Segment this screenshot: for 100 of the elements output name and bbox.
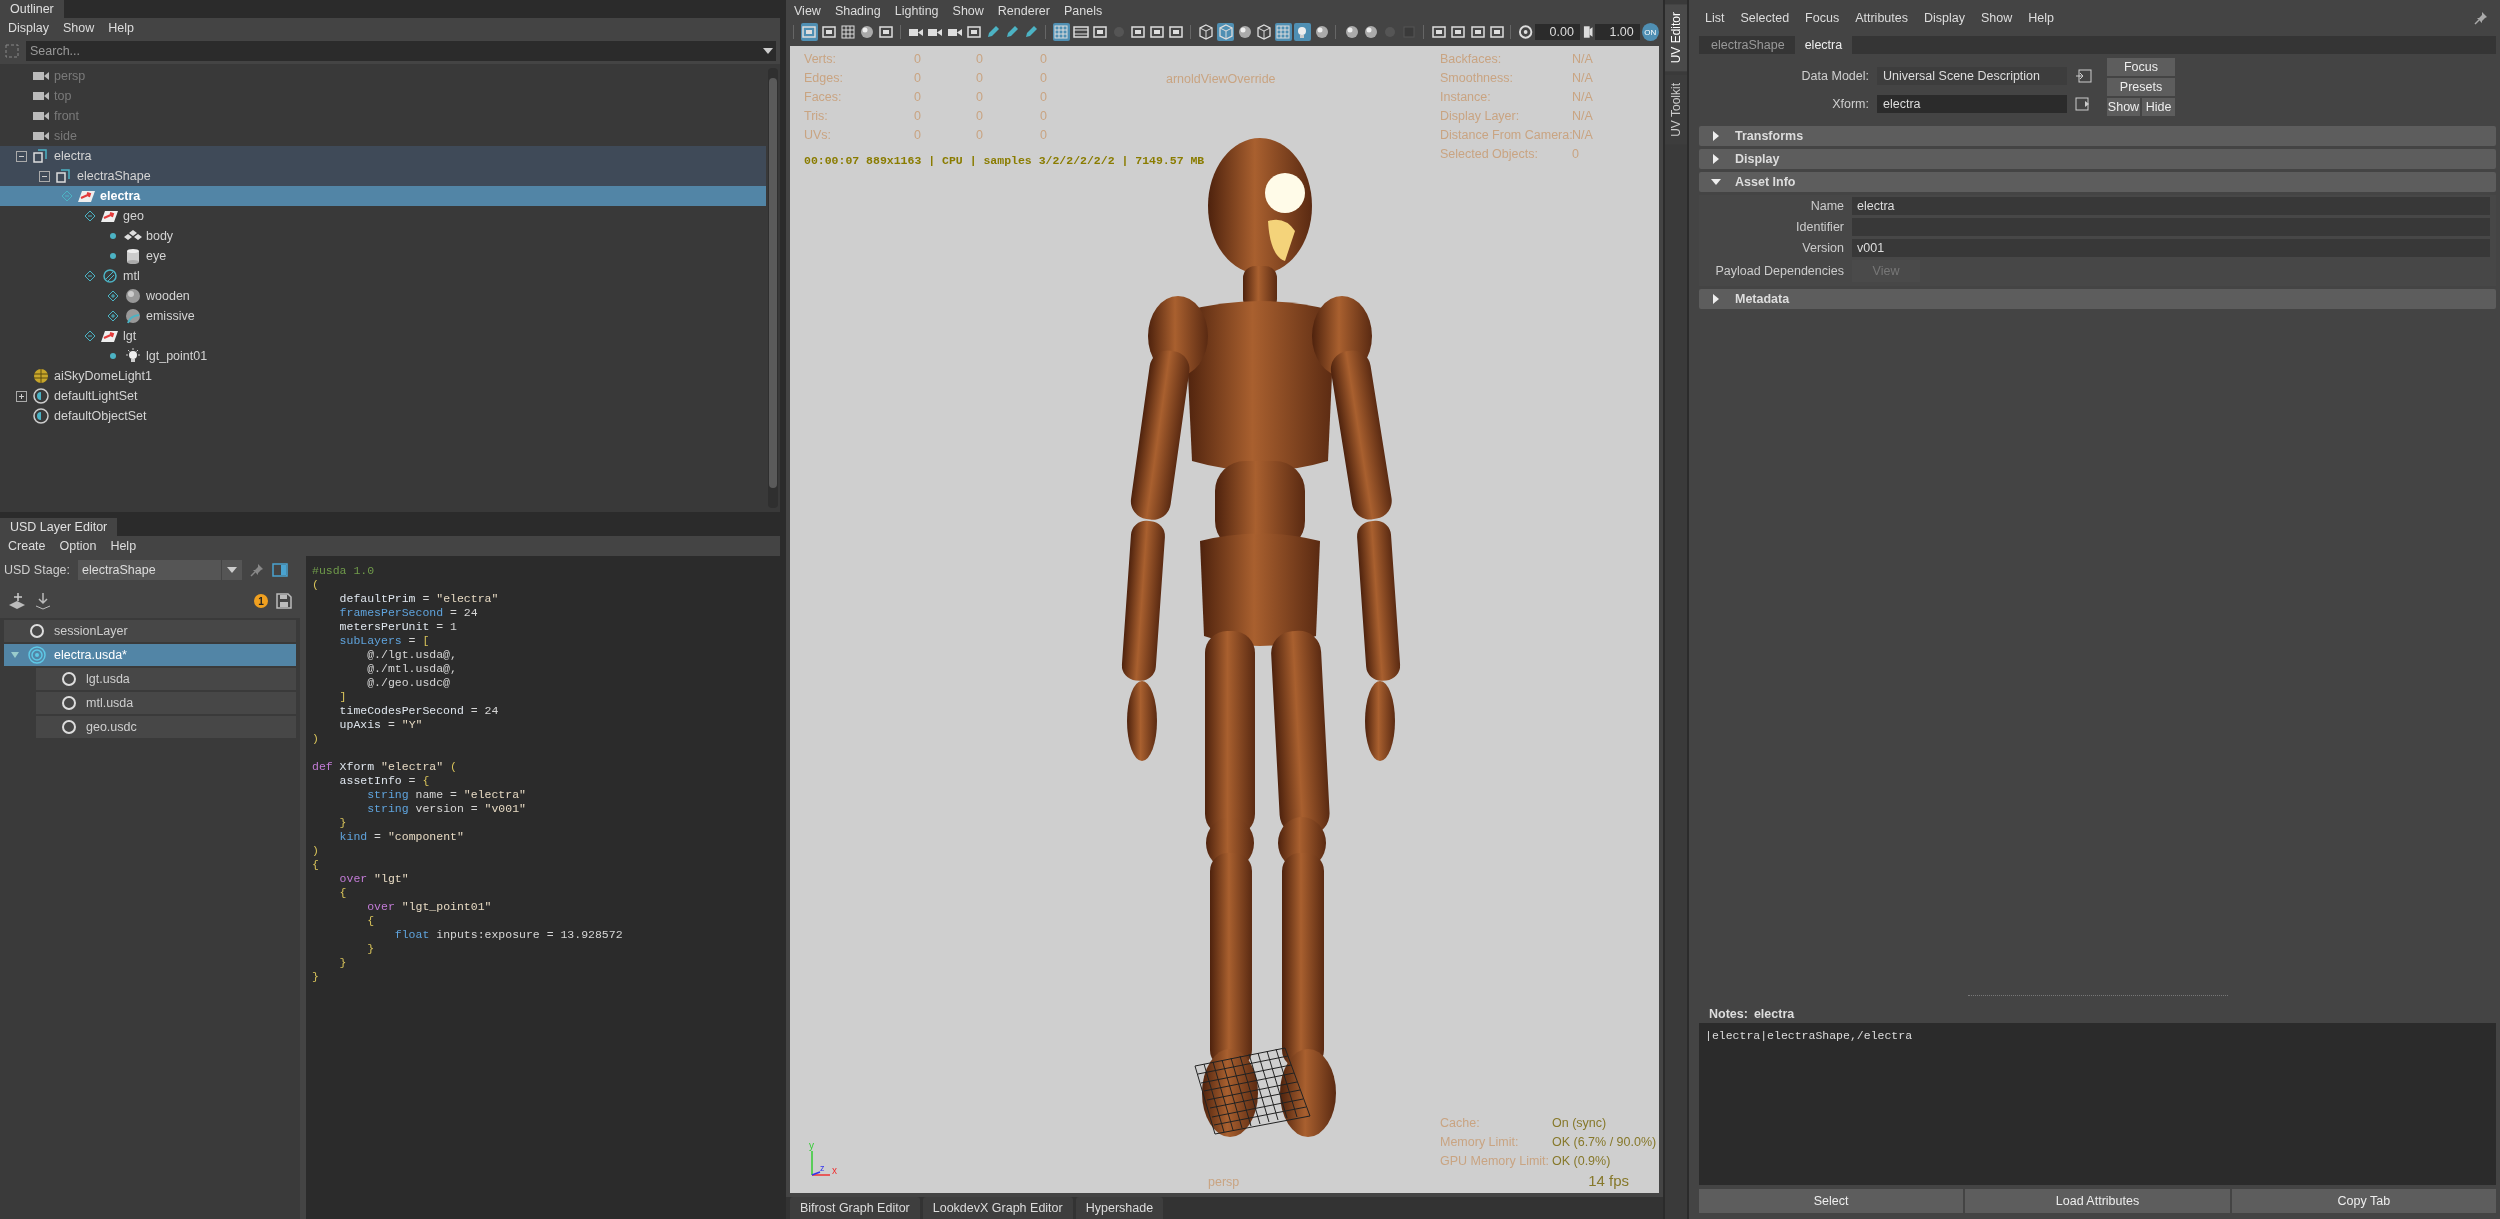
- node-tab[interactable]: electra: [1794, 36, 1853, 54]
- text-field[interactable]: v001: [1852, 239, 2490, 257]
- download-icon[interactable]: [34, 592, 52, 610]
- toggle-button[interactable]: ON: [1641, 23, 1659, 41]
- expand-arrow-icon[interactable]: [1711, 154, 1721, 164]
- outliner-item[interactable]: electraShape: [0, 166, 766, 186]
- menu-item[interactable]: Shading: [834, 4, 881, 18]
- frame-icon[interactable]: [800, 23, 819, 41]
- grid-icon[interactable]: [839, 23, 857, 41]
- expand-arrow-icon[interactable]: [1711, 294, 1721, 304]
- diamond-toggle-icon[interactable]: [84, 270, 96, 282]
- diamond-toggle-icon[interactable]: [61, 190, 73, 202]
- outliner-item[interactable]: aiSkyDomeLight1: [0, 366, 766, 386]
- gamma-field[interactable]: 1.00: [1595, 24, 1640, 40]
- pin-icon[interactable]: [2474, 11, 2488, 25]
- show-button[interactable]: Show: [2107, 98, 2140, 116]
- menu-item[interactable]: Help: [108, 21, 134, 35]
- expand-toggle-icon[interactable]: [38, 170, 50, 182]
- menu-item[interactable]: Create: [8, 539, 46, 553]
- menu-item[interactable]: Renderer: [997, 4, 1050, 18]
- viewport-canvas[interactable]: [790, 46, 1659, 1193]
- film-icon[interactable]: [1071, 23, 1090, 41]
- expand-toggle-icon[interactable]: [15, 150, 27, 162]
- section-header[interactable]: Transforms: [1699, 126, 2496, 146]
- grid-icon[interactable]: [1274, 23, 1292, 41]
- section-header[interactable]: Metadata: [1699, 289, 2496, 309]
- editor-tab[interactable]: Bifrost Graph Editor: [790, 1197, 920, 1219]
- outliner-item[interactable]: lgt_point01: [0, 346, 766, 366]
- xform-field[interactable]: electra: [1877, 95, 2067, 113]
- frame-icon[interactable]: [1167, 23, 1185, 41]
- layer-item[interactable]: electra.usda*: [4, 644, 296, 666]
- cube-icon[interactable]: [1197, 23, 1216, 41]
- outliner-item[interactable]: electra: [0, 186, 766, 206]
- menu-item[interactable]: Display: [8, 21, 49, 35]
- add-layer-icon[interactable]: [8, 592, 26, 610]
- frame-icon[interactable]: [820, 23, 838, 41]
- menu-item[interactable]: Show: [63, 21, 95, 35]
- sphere-icon[interactable]: [1362, 23, 1380, 41]
- focus-button[interactable]: Focus: [2107, 58, 2175, 76]
- diamond-toggle-icon[interactable]: [84, 210, 96, 222]
- outliner-item[interactable]: mtl: [0, 266, 766, 286]
- editor-tab[interactable]: Hypershade: [1075, 1197, 1164, 1219]
- menu-item[interactable]: Show: [952, 4, 984, 18]
- save-icon[interactable]: [276, 593, 292, 609]
- menu-item[interactable]: Show: [1980, 11, 2013, 25]
- expand-arrow-icon[interactable]: [1711, 131, 1721, 141]
- outliner-item[interactable]: lgt: [0, 326, 766, 346]
- text-field[interactable]: electra: [1852, 197, 2490, 215]
- sphere-icon[interactable]: [1236, 23, 1254, 41]
- action-button[interactable]: Load Attributes: [1965, 1189, 2230, 1213]
- diamond-toggle-icon[interactable]: [84, 330, 96, 342]
- expand-arrow-icon[interactable]: [1711, 177, 1721, 187]
- frame-icon[interactable]: [1430, 23, 1448, 41]
- pin-icon[interactable]: [250, 563, 264, 577]
- menu-item[interactable]: Focus: [1805, 11, 1840, 25]
- cube-icon[interactable]: [1255, 23, 1273, 41]
- side-tab[interactable]: UV Editor: [1665, 4, 1687, 72]
- diamond-toggle-icon[interactable]: [107, 290, 119, 302]
- section-header[interactable]: Asset Info: [1699, 172, 2496, 192]
- menu-item[interactable]: Display: [1923, 11, 1965, 25]
- outliner-item[interactable]: eye: [0, 246, 766, 266]
- action-button[interactable]: Copy Tab: [2231, 1189, 2496, 1213]
- frame-icon[interactable]: [877, 23, 895, 41]
- menu-item[interactable]: Panels: [1063, 4, 1103, 18]
- menu-item[interactable]: Attributes: [1855, 11, 1908, 25]
- frame-icon[interactable]: [1091, 23, 1109, 41]
- menu-item[interactable]: Selected: [1740, 11, 1790, 25]
- scrollbar[interactable]: [768, 68, 778, 508]
- aperture-icon[interactable]: [1518, 24, 1534, 40]
- outliner-item[interactable]: emissive: [0, 306, 766, 326]
- editor-tab[interactable]: LookdevX Graph Editor: [922, 1197, 1073, 1219]
- caret-icon[interactable]: [760, 41, 776, 61]
- sphere-icon[interactable]: [858, 23, 876, 41]
- outliner-item[interactable]: electra: [0, 146, 766, 166]
- search-field[interactable]: Search...: [26, 41, 760, 61]
- frame-icon[interactable]: [965, 23, 983, 41]
- menu-item[interactable]: List: [1705, 11, 1725, 25]
- bulb-icon[interactable]: [1293, 23, 1311, 41]
- expand-toggle-icon[interactable]: [15, 390, 27, 402]
- caret-icon[interactable]: [227, 567, 237, 573]
- hide-button[interactable]: Hide: [2142, 98, 2175, 116]
- outliner-item[interactable]: geo: [0, 206, 766, 226]
- outliner-item[interactable]: defaultObjectSet: [0, 406, 766, 426]
- menu-item[interactable]: Help: [2028, 11, 2054, 25]
- layer-item[interactable]: lgt.usda: [36, 668, 296, 690]
- frame-icon[interactable]: [1148, 23, 1166, 41]
- menu-item[interactable]: Lighting: [894, 4, 939, 18]
- grid-icon[interactable]: [1052, 23, 1070, 41]
- frame-icon[interactable]: [1488, 23, 1506, 41]
- cube-icon[interactable]: [1217, 23, 1235, 41]
- frame-icon[interactable]: [1468, 23, 1487, 41]
- layer-item[interactable]: geo.usdc: [36, 716, 296, 738]
- panel-toggle-icon[interactable]: [272, 563, 288, 577]
- exposure-field[interactable]: 0.00: [1535, 24, 1580, 40]
- notes-field[interactable]: |electra|electraShape,/electra: [1699, 1023, 2496, 1185]
- outliner-item[interactable]: body: [0, 226, 766, 246]
- panel-tab[interactable]: Outliner: [0, 0, 64, 18]
- stage-dropdown[interactable]: electraShape: [78, 560, 242, 580]
- section-header[interactable]: Display: [1699, 149, 2496, 169]
- menu-item[interactable]: View: [794, 4, 821, 18]
